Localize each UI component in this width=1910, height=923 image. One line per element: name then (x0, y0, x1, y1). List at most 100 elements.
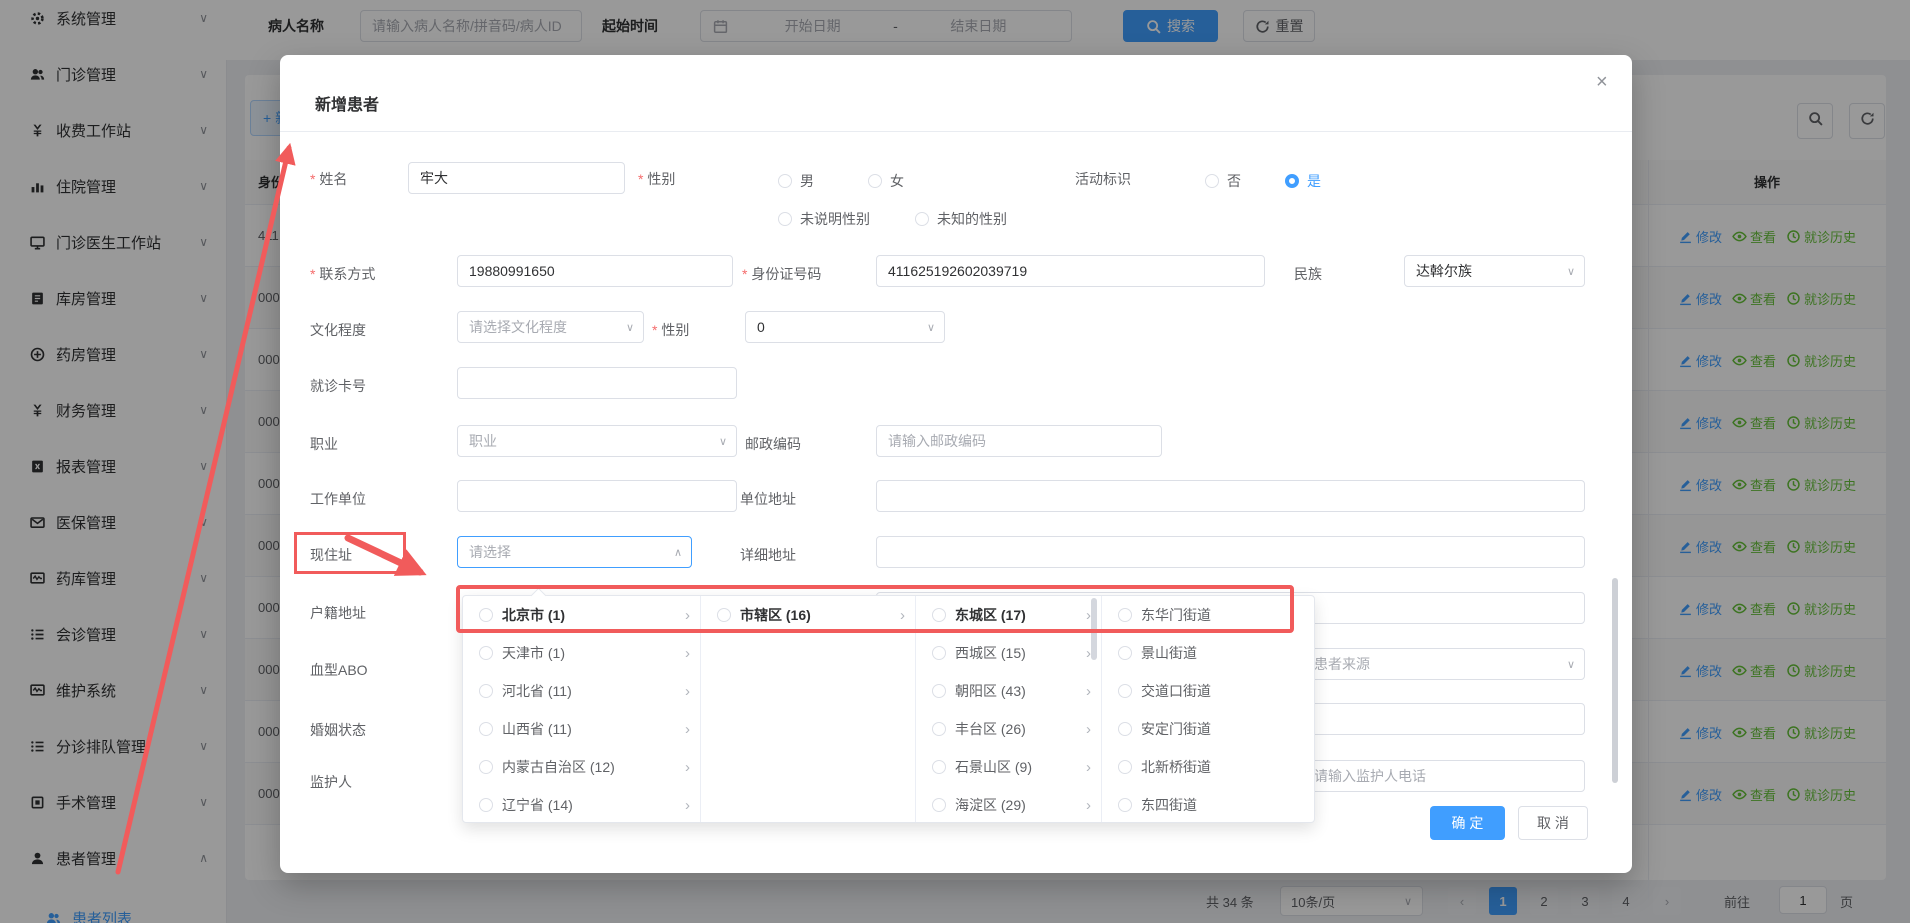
radio-icon[interactable] (479, 760, 493, 774)
cascader-option[interactable]: 市辖区 (16)› (701, 596, 915, 634)
cascader-option[interactable]: 景山街道 (1102, 634, 1314, 672)
chevron-down-icon: ∨ (719, 435, 727, 448)
add-patient-modal: 新增患者 × 姓名 性别 男 女 活动标识 否 是 未说明性别 (280, 55, 1632, 873)
radio-icon[interactable] (932, 760, 946, 774)
radio-icon[interactable] (1118, 684, 1132, 698)
current-address-label: 现住址 (310, 545, 352, 565)
cascader-option[interactable]: 东华门街道 (1102, 596, 1314, 634)
cascader-option[interactable]: 东四街道 (1102, 786, 1314, 822)
radio-icon[interactable] (479, 798, 493, 812)
education-label: 文化程度 (310, 320, 366, 340)
chevron-right-icon: › (685, 721, 690, 738)
radio-icon[interactable] (932, 684, 946, 698)
active-flag-label: 活动标识 (1075, 169, 1131, 189)
postal-code-label: 邮政编码 (745, 434, 801, 454)
cascader-option[interactable]: 安定门街道 (1102, 710, 1314, 748)
unit-address-input[interactable] (876, 480, 1585, 512)
education-select[interactable]: 请选择文化程度 ∨ (457, 311, 644, 343)
app-screen: 系统管理∨门诊管理∨收费工作站∨住院管理∨门诊医生工作站∨库房管理∨药房管理∨财… (0, 0, 1910, 923)
radio-icon[interactable] (932, 798, 946, 812)
cascader-option[interactable]: 海淀区 (29)› (916, 786, 1101, 822)
visit-card-input[interactable] (457, 367, 737, 399)
cascader-option[interactable]: 北京市 (1)› (463, 596, 700, 634)
radio-icon[interactable] (1118, 646, 1132, 660)
id-number-input[interactable] (876, 255, 1265, 287)
gender-option-male[interactable]: 男 (778, 171, 814, 191)
radio-icon[interactable] (717, 608, 731, 622)
work-unit-input[interactable] (457, 480, 737, 512)
cascader-option[interactable]: 交道口街道 (1102, 672, 1314, 710)
gender-option-unspecified[interactable]: 未说明性别 (778, 209, 870, 229)
active-flag-option-no[interactable]: 否 (1205, 171, 1241, 191)
chevron-right-icon: › (1086, 721, 1091, 738)
radio-icon[interactable] (1118, 760, 1132, 774)
ethnicity-select[interactable]: 达斡尔族 ∨ (1404, 255, 1585, 287)
radio-icon[interactable] (932, 722, 946, 736)
detail-address-input[interactable] (876, 536, 1585, 568)
radio-icon[interactable] (932, 646, 946, 660)
name-label: 姓名 (310, 169, 347, 189)
postal-code-input[interactable] (876, 425, 1162, 457)
chevron-right-icon: › (1086, 759, 1091, 776)
gender-code-select[interactable]: 0 ∨ (745, 311, 945, 343)
modal-title: 新增患者 (315, 91, 379, 115)
chevron-right-icon: › (685, 645, 690, 662)
name-input[interactable] (408, 162, 625, 194)
cascader-option[interactable]: 山西省 (11)› (463, 710, 700, 748)
radio-icon[interactable] (479, 722, 493, 736)
radio-icon[interactable] (868, 174, 882, 188)
gender-option-unknown[interactable]: 未知的性别 (915, 209, 1007, 229)
chevron-down-icon: ∨ (1567, 658, 1575, 671)
chevron-right-icon: › (900, 607, 905, 624)
chevron-right-icon: › (685, 797, 690, 814)
cancel-button[interactable]: 取 消 (1518, 806, 1588, 840)
cascader-column-4: 东华门街道景山街道交道口街道安定门街道北新桥街道东四街道 (1102, 596, 1314, 822)
radio-icon[interactable] (479, 684, 493, 698)
radio-icon[interactable] (778, 212, 792, 226)
current-address-select[interactable]: 请选择 ∧ (457, 536, 692, 568)
cascader-scrollbar[interactable] (1091, 598, 1097, 660)
radio-icon[interactable] (778, 174, 792, 188)
radio-icon[interactable] (1205, 174, 1219, 188)
occupation-select[interactable]: 职业 ∨ (457, 425, 737, 457)
chevron-right-icon: › (685, 683, 690, 700)
radio-icon[interactable] (915, 212, 929, 226)
household-address-label: 户籍地址 (310, 603, 366, 623)
contact-input[interactable] (457, 255, 733, 287)
chevron-right-icon: › (685, 759, 690, 776)
cascader-option[interactable]: 河北省 (11)› (463, 672, 700, 710)
chevron-down-icon: ∨ (1567, 265, 1575, 278)
chevron-right-icon: › (685, 607, 690, 624)
guardian-phone-input[interactable] (1302, 760, 1585, 792)
radio-icon[interactable] (1118, 798, 1132, 812)
guardian-label: 监护人 (310, 772, 352, 792)
blood-type-label: 血型ABO (310, 660, 368, 680)
modal-scrollbar[interactable] (1612, 578, 1618, 783)
radio-checked-icon[interactable] (1285, 174, 1299, 188)
chevron-right-icon: › (1086, 683, 1091, 700)
cascader-option[interactable]: 石景山区 (9)› (916, 748, 1101, 786)
cascader-option[interactable]: 天津市 (1)› (463, 634, 700, 672)
radio-icon[interactable] (932, 608, 946, 622)
radio-icon[interactable] (479, 608, 493, 622)
confirm-button[interactable]: 确 定 (1430, 806, 1505, 840)
radio-icon[interactable] (1118, 608, 1132, 622)
unit-address-label: 单位地址 (740, 489, 796, 509)
detail-address-label: 详细地址 (740, 545, 796, 565)
radio-icon[interactable] (1118, 722, 1132, 736)
cascader-option[interactable]: 东城区 (17)› (916, 596, 1101, 634)
cascader-option[interactable]: 朝阳区 (43)› (916, 672, 1101, 710)
patient-source-select[interactable]: 患者来源 ∨ (1302, 648, 1585, 680)
gender-option-female[interactable]: 女 (868, 171, 904, 191)
cascader-option[interactable]: 辽宁省 (14)› (463, 786, 700, 822)
cascader-option[interactable]: 北新桥街道 (1102, 748, 1314, 786)
active-flag-option-yes[interactable]: 是 (1285, 171, 1321, 191)
cascader-option[interactable]: 丰台区 (26)› (916, 710, 1101, 748)
contact-label: 联系方式 (310, 264, 375, 284)
work-unit-label: 工作单位 (310, 489, 366, 509)
cascader-column-2: 市辖区 (16)› (701, 596, 916, 822)
cascader-option[interactable]: 西城区 (15)› (916, 634, 1101, 672)
close-icon[interactable]: × (1592, 67, 1612, 98)
radio-icon[interactable] (479, 646, 493, 660)
cascader-option[interactable]: 内蒙古自治区 (12)› (463, 748, 700, 786)
